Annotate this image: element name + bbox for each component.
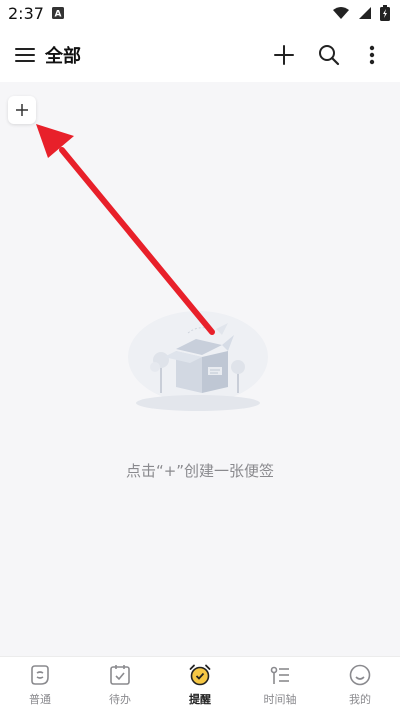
nav-item-reminder[interactable]: 提醒 <box>160 657 240 713</box>
timeline-icon <box>270 666 289 684</box>
nav-item-normal[interactable]: 普通 <box>0 657 80 713</box>
page-title: 全部 <box>45 46 81 67</box>
status-time: 2:37 <box>8 4 44 23</box>
nav-item-mine[interactable]: 我的 <box>320 657 400 713</box>
app-notification-icon: A <box>52 7 64 19</box>
plus-icon[interactable] <box>272 43 296 67</box>
notes-content: 点击“+”创建一张便签 <box>0 82 400 656</box>
nav-label-todo: 待办 <box>109 693 131 706</box>
nav-label-normal: 普通 <box>29 693 51 706</box>
battery-icon <box>380 5 390 21</box>
bottom-navigation: 普通 待办 提醒 时间轴 我的 <box>0 656 400 713</box>
nav-label-timeline: 时间轴 <box>263 693 297 706</box>
search-icon[interactable] <box>317 43 341 67</box>
note-icon <box>31 665 49 685</box>
checklist-icon <box>110 665 130 685</box>
wifi-icon <box>333 7 349 19</box>
menu-icon[interactable] <box>14 44 36 66</box>
nav-item-timeline[interactable]: 时间轴 <box>240 657 320 713</box>
status-bar: 2:37 A <box>0 0 400 28</box>
new-note-button[interactable] <box>8 96 36 124</box>
smile-icon <box>349 664 371 686</box>
nav-label-mine: 我的 <box>349 693 371 706</box>
empty-box-illustration <box>128 311 268 411</box>
app-header: 全部 <box>0 28 400 82</box>
status-icons <box>332 5 390 21</box>
empty-state-message: 点击“+”创建一张便签 <box>125 462 275 480</box>
nav-label-reminder: 提醒 <box>189 693 211 706</box>
nav-item-todo[interactable]: 待办 <box>80 657 160 713</box>
alarm-clock-icon <box>189 664 211 686</box>
more-vertical-icon[interactable] <box>362 43 382 67</box>
app-notification-letter: A <box>55 10 62 20</box>
signal-icon <box>359 7 371 19</box>
